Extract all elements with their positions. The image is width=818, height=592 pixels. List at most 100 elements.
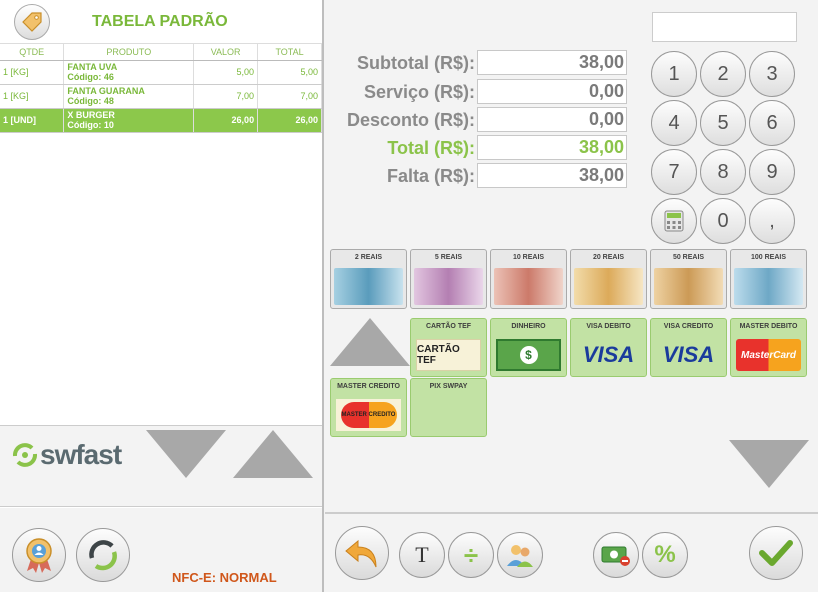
bill-5-reais-button[interactable]: 5 REAIS xyxy=(410,249,487,309)
calculator-button[interactable] xyxy=(651,198,697,244)
checkmark-icon xyxy=(759,540,793,566)
falta-label: Falta (R$): xyxy=(386,166,475,186)
row-qty: 1 [KG] xyxy=(0,84,65,109)
desconto-label: Desconto (R$): xyxy=(346,110,475,130)
col-header-total: TOTAL xyxy=(257,44,322,61)
total-value: 38,00 xyxy=(477,135,627,160)
remove-payment-button[interactable] xyxy=(593,532,639,578)
table-row[interactable]: 1 [KG] FANTA UVA Código: 46 5,00 5,00 xyxy=(0,60,322,85)
logo-text: swfast xyxy=(40,439,122,470)
key-2[interactable]: 2 xyxy=(700,51,746,97)
cash-remove-icon xyxy=(601,546,630,566)
scroll-up-button[interactable] xyxy=(233,430,313,478)
left-toolbar: NFC-E: NORMAL xyxy=(0,508,322,592)
payment-label: CARTÃO TEF xyxy=(425,323,472,330)
left-nav-area: swfast xyxy=(0,425,322,507)
bill-label: 10 REAIS xyxy=(512,254,545,261)
bill-50-reais-button[interactable]: 50 REAIS xyxy=(650,249,727,309)
payment-scroll-down-button[interactable] xyxy=(729,440,809,488)
banknote-icon xyxy=(734,268,803,305)
falta-value: 38,00 xyxy=(477,163,627,188)
col-header-value: VALOR xyxy=(193,44,259,61)
mastercard-logo: MasterCard xyxy=(736,339,801,371)
price-table-button[interactable] xyxy=(14,4,50,40)
swfast-logo: swfast xyxy=(10,439,122,471)
payment-label: VISA DEBITO xyxy=(586,323,631,330)
order-panel: TABELA PADRÃO QTDE PRODUTO VALOR TOTAL 1… xyxy=(0,0,324,592)
calculator-icon xyxy=(664,210,684,232)
payment-master-debito-button[interactable]: MASTER DEBITO MasterCard xyxy=(730,318,807,377)
key-3[interactable]: 3 xyxy=(749,51,795,97)
cash-symbol: $ xyxy=(519,346,538,364)
loyalty-button[interactable] xyxy=(12,528,66,582)
bill-label: 20 REAIS xyxy=(592,254,625,261)
servico-value[interactable]: 0,00 xyxy=(477,79,627,104)
product-name: X BURGER xyxy=(67,110,115,120)
action-toolbar: T ÷ % xyxy=(325,512,818,592)
row-total: 7,00 xyxy=(257,84,322,109)
subtotal-value: 38,00 xyxy=(477,50,627,75)
back-button[interactable] xyxy=(335,526,389,580)
banknote-icon xyxy=(414,268,483,305)
payment-label: MASTER CREDITO xyxy=(337,383,400,390)
desconto-value[interactable]: 0,00 xyxy=(477,107,627,132)
payment-visa-debito-button[interactable]: VISA DEBITO VISA xyxy=(570,318,647,377)
split-bill-button[interactable]: ÷ xyxy=(448,532,494,578)
award-badge-icon xyxy=(26,538,52,573)
servico-label: Serviço (R$): xyxy=(363,82,475,102)
table-row-selected[interactable]: 1 [UND] X BURGER Código: 10 26,00 26,00 xyxy=(0,108,322,133)
row-value: 5,00 xyxy=(193,60,259,85)
customers-button[interactable] xyxy=(497,532,543,578)
bill-10-reais-button[interactable]: 10 REAIS xyxy=(490,249,567,309)
payment-label: VISA CREDITO xyxy=(663,323,714,330)
total-label: Total (R$): xyxy=(387,138,475,158)
payment-dinheiro-button[interactable]: DINHEIRO $ xyxy=(490,318,567,377)
payment-visa-credito-button[interactable]: VISA CREDITO VISA xyxy=(650,318,727,377)
row-total: 5,00 xyxy=(257,60,322,85)
payment-scroll-up-button[interactable] xyxy=(330,318,410,366)
sync-button[interactable] xyxy=(76,528,130,582)
cartao-tef-mark: CARTÃO TEF xyxy=(416,339,481,371)
payment-master-credito-button[interactable]: MASTER CREDITO MASTER CREDITO xyxy=(330,378,407,437)
confirm-button[interactable] xyxy=(749,526,803,580)
banknote-icon xyxy=(494,268,563,305)
banknote-icon xyxy=(574,268,643,305)
key-0[interactable]: 0 xyxy=(700,198,746,244)
text-button[interactable]: T xyxy=(399,532,445,578)
sync-icon xyxy=(89,540,117,571)
key-comma[interactable]: , xyxy=(749,198,795,244)
bill-20-reais-button[interactable]: 20 REAIS xyxy=(570,249,647,309)
users-icon xyxy=(507,545,533,567)
key-5[interactable]: 5 xyxy=(700,100,746,146)
key-4[interactable]: 4 xyxy=(651,100,697,146)
nfce-status: NFC-E: NORMAL xyxy=(172,570,277,585)
col-header-qty: QTDE xyxy=(0,44,65,61)
tag-icon xyxy=(22,12,42,32)
undo-arrow-icon xyxy=(345,539,377,568)
key-6[interactable]: 6 xyxy=(749,100,795,146)
col-header-product: PRODUTO xyxy=(63,44,195,61)
discount-button[interactable]: % xyxy=(642,532,688,578)
product-code: Código: 48 xyxy=(67,96,114,106)
key-1[interactable]: 1 xyxy=(651,51,697,97)
row-product: X BURGER Código: 10 xyxy=(63,108,195,133)
payment-label: DINHEIRO xyxy=(511,323,546,330)
swfast-logo-icon xyxy=(12,443,38,467)
key-8[interactable]: 8 xyxy=(700,149,746,195)
row-value: 7,00 xyxy=(193,84,259,109)
banknote-icon xyxy=(654,268,723,305)
input-display[interactable] xyxy=(652,12,797,42)
key-9[interactable]: 9 xyxy=(749,149,795,195)
bill-2-reais-button[interactable]: 2 REAIS xyxy=(330,249,407,309)
payment-cartao-tef-button[interactable]: CARTÃO TEF CARTÃO TEF xyxy=(410,318,487,377)
visa-logo: VISA xyxy=(662,342,715,367)
bill-100-reais-button[interactable]: 100 REAIS xyxy=(730,249,807,309)
table-row[interactable]: 1 [KG] FANTA GUARANA Código: 48 7,00 7,0… xyxy=(0,84,322,109)
cash-icon: $ xyxy=(496,339,561,371)
visa-logo: VISA xyxy=(582,342,635,367)
subtotal-label: Subtotal (R$): xyxy=(357,53,475,73)
payment-pix-swpay-button[interactable]: PIX SWPAY xyxy=(410,378,487,437)
key-7[interactable]: 7 xyxy=(651,149,697,195)
master-credito-text: MASTER CREDITO xyxy=(340,402,397,428)
scroll-down-button[interactable] xyxy=(146,430,226,478)
